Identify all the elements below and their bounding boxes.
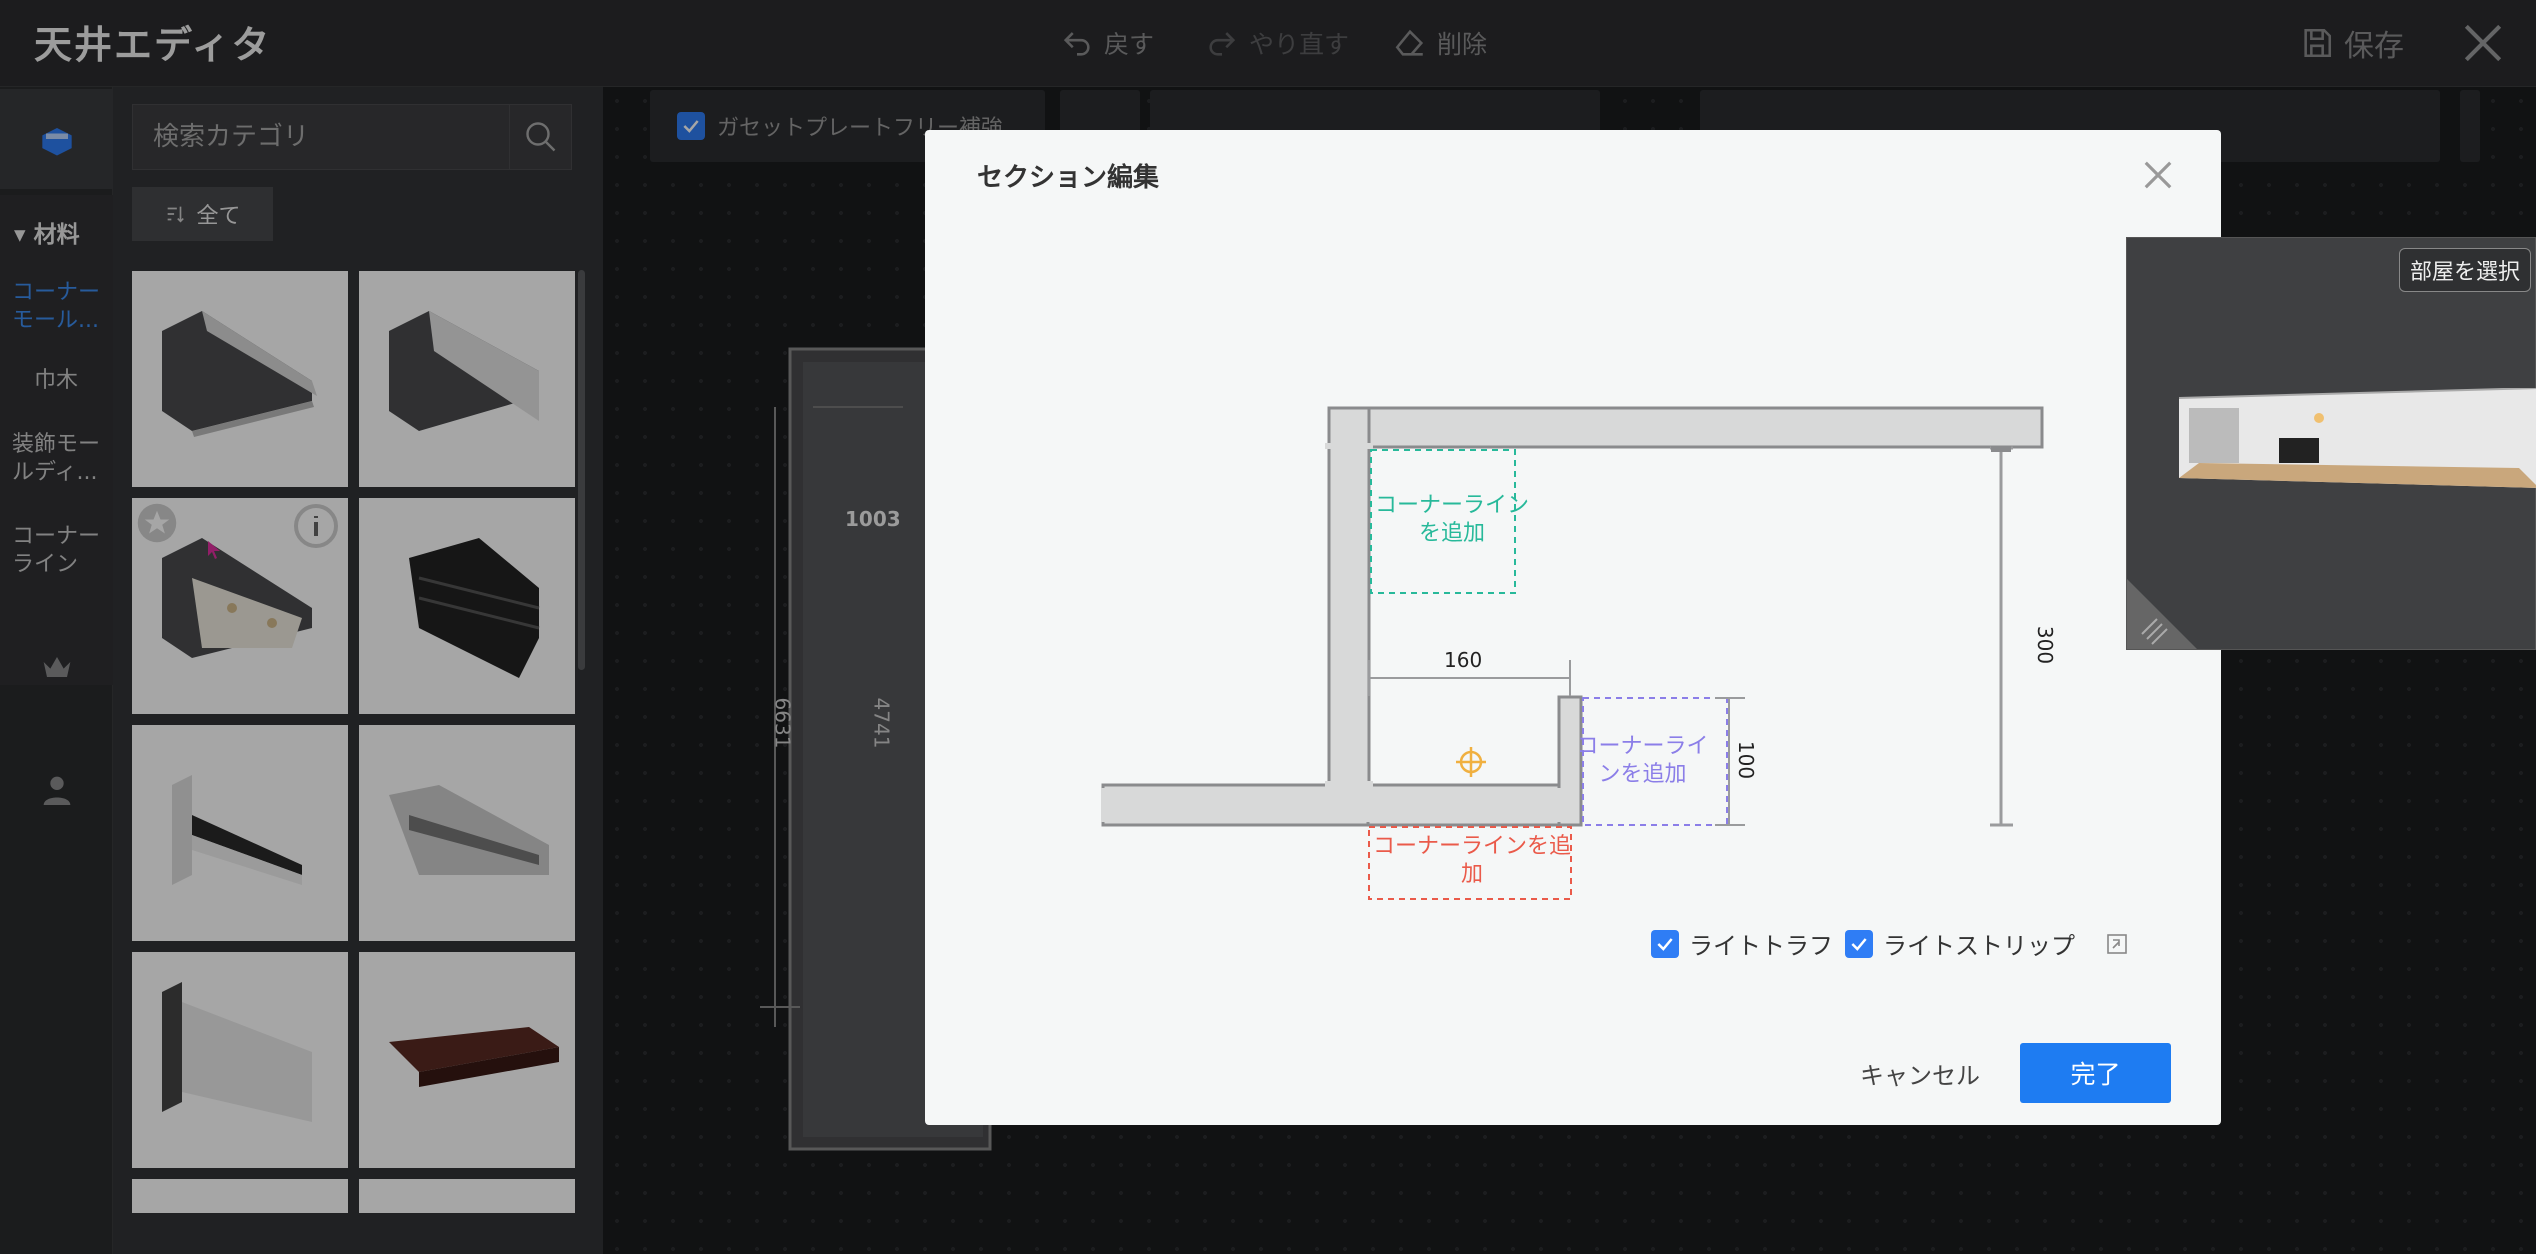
checkbox-checked[interactable] <box>1845 929 1873 958</box>
checkbox-checked[interactable] <box>1651 929 1679 958</box>
check-icon <box>1657 937 1673 951</box>
cancel-button[interactable]: キャンセル <box>1845 1043 1995 1103</box>
light-strip-label: ライトストリップ <box>1883 932 2075 960</box>
expand-icon[interactable] <box>2105 932 2129 956</box>
dimension-drop[interactable]: 300 <box>2033 626 2057 664</box>
dimension-width[interactable]: 160 <box>1444 648 1482 672</box>
room-select-button[interactable]: 部屋を選択 <box>2398 248 2531 292</box>
section-options: ライトトラフ ライトストリップ <box>1651 926 2129 961</box>
add-corner-line-top[interactable]: コーナーラインを追加 <box>1372 492 1532 548</box>
light-trough-option[interactable]: ライトトラフ <box>1651 926 1833 961</box>
section-diagram <box>1101 406 2044 900</box>
crosshair-icon[interactable] <box>1456 747 1486 777</box>
add-corner-line-right[interactable]: コーナーラインを追加 <box>1570 733 1715 789</box>
light-trough-label: ライトトラフ <box>1689 932 1833 960</box>
done-button[interactable]: 完了 <box>2020 1043 2171 1103</box>
add-corner-line-bottom[interactable]: コーナーラインを追加 <box>1372 833 1572 889</box>
check-icon <box>1851 937 1867 951</box>
dimension-height[interactable]: 100 <box>1734 741 1758 779</box>
room-preview-panel: 部屋を選択 <box>2126 237 2536 650</box>
light-strip-option[interactable]: ライトストリップ <box>1845 926 2075 961</box>
section-edit-dialog: セクション編集 コーナーラインを追加 コーナーラインを追加 コーナーラインを追加… <box>925 130 2221 1125</box>
resize-handle-icon[interactable] <box>2127 579 2197 649</box>
room-3d-image[interactable] <box>2179 388 2536 488</box>
